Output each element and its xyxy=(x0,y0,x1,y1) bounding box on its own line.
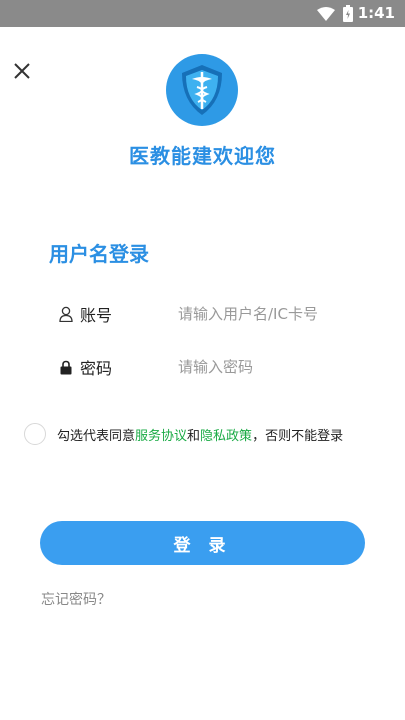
battery-icon xyxy=(343,5,353,22)
login-section-title: 用户名登录 xyxy=(49,242,149,266)
user-icon xyxy=(58,306,74,322)
agreement-text: 勾选代表同意服务协议和隐私政策，否则不能登录 xyxy=(57,425,343,444)
status-time: 1:41 xyxy=(357,4,395,22)
password-label: 密码 xyxy=(80,359,113,378)
lock-icon xyxy=(58,359,74,375)
status-icons xyxy=(317,5,353,22)
agreement-row: 勾选代表同意服务协议和隐私政策，否则不能登录 xyxy=(24,423,343,445)
password-field-row: 密码 xyxy=(58,352,358,382)
agreement-prefix: 勾选代表同意 xyxy=(57,428,136,444)
close-icon[interactable] xyxy=(11,60,33,82)
status-bar: 1:41 xyxy=(0,0,405,27)
login-button[interactable]: 登 录 xyxy=(40,521,365,565)
account-input[interactable] xyxy=(178,305,348,323)
agreement-conjunction: 和 xyxy=(187,428,201,444)
logo-icon xyxy=(166,54,238,126)
privacy-policy-link[interactable]: 隐私政策 xyxy=(200,429,252,444)
agreement-checkbox[interactable] xyxy=(24,423,46,445)
service-agreement-link[interactable]: 服务协议 xyxy=(135,429,187,444)
password-input[interactable] xyxy=(178,358,348,376)
app-title: 医教能建欢迎您 xyxy=(129,144,276,168)
account-field-row: 账号 xyxy=(58,299,358,329)
forgot-password-link[interactable]: 忘记密码？ xyxy=(41,589,111,609)
wifi-icon xyxy=(317,6,335,21)
agreement-suffix: ，否则不能登录 xyxy=(252,428,344,444)
account-label: 账号 xyxy=(80,306,113,325)
